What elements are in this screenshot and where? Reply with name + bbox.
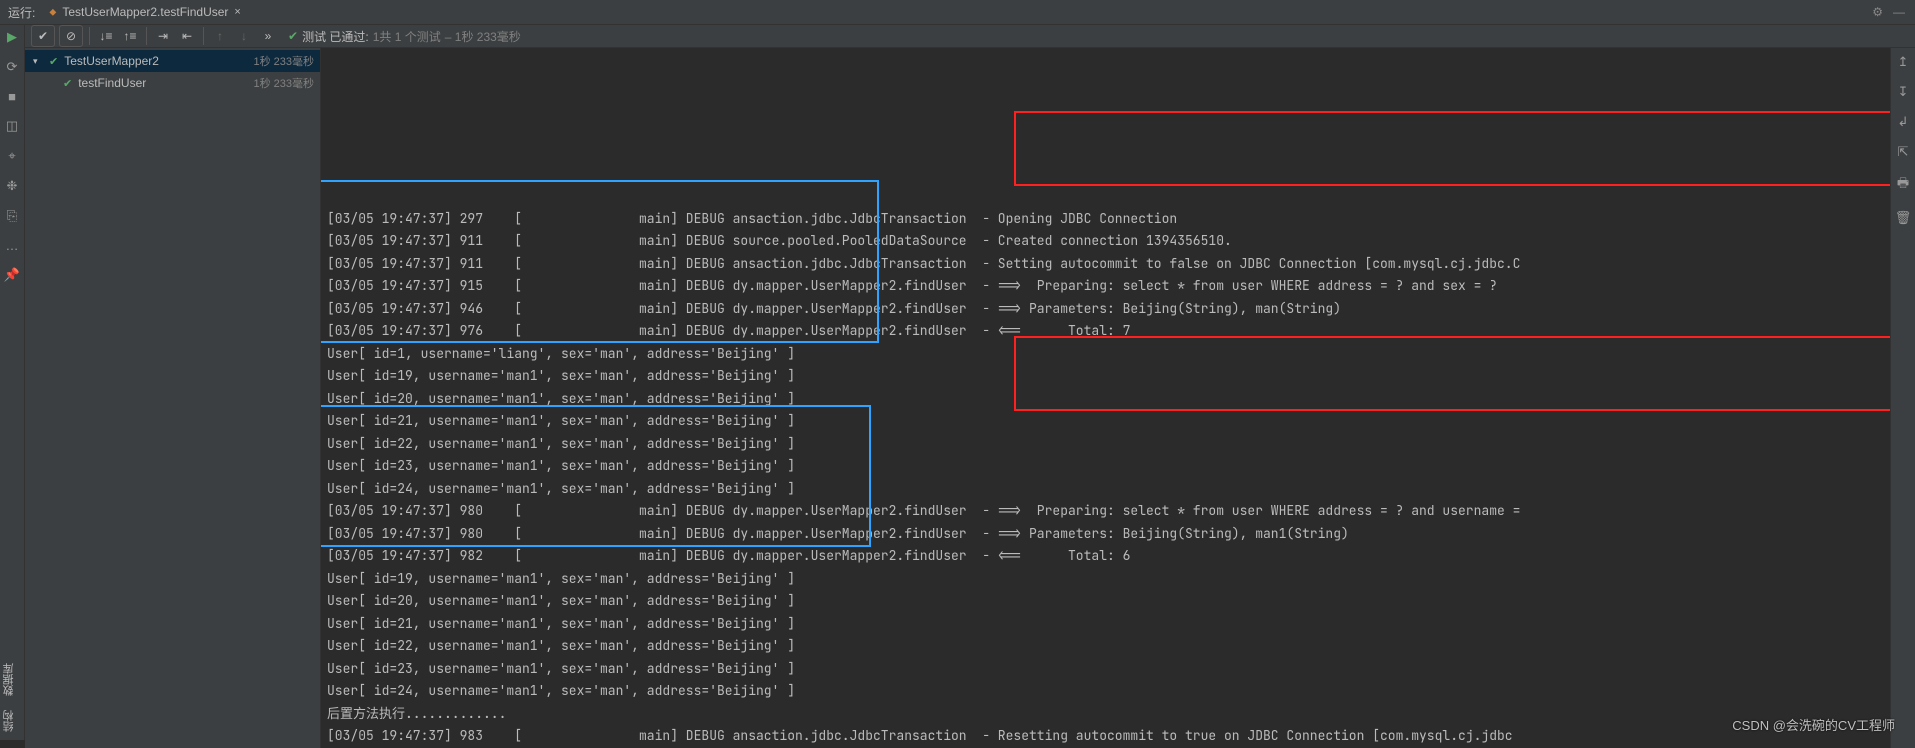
run-icon[interactable]: ▶: [7, 29, 17, 45]
console-line: User[ id=21, username='man1', sex='man',…: [327, 410, 1890, 433]
test-icon: ⬥: [49, 7, 56, 18]
run-tab[interactable]: ⬥ TestUserMapper2.testFindUser ×: [41, 0, 249, 25]
console-line: [03/05 19:47:37] 911 [ main] DEBUG sourc…: [327, 230, 1890, 253]
tree-root-name: TestUserMapper2: [64, 54, 159, 68]
results-toolbar: ✔ ⊘ ↓≡ ↑≡ ⇥ ⇤ ↑ ↓ » ✔ 测试 已通过: 1共 1 个测试 –…: [25, 25, 1915, 48]
stop-icon[interactable]: ■: [8, 89, 16, 104]
console-line: User[ id=20, username='man1', sex='man',…: [327, 388, 1890, 411]
vert-tab-struct[interactable]: 结构: [1, 710, 17, 732]
tick-icon: ✔: [49, 55, 58, 68]
scroll-top-icon[interactable]: ↥: [1898, 54, 1909, 70]
console-line: [03/05 19:47:37] 980 [ main] DEBUG dy.ma…: [327, 500, 1890, 523]
console-line: [03/05 19:47:37] 980 [ main] DEBUG dy.ma…: [327, 523, 1890, 546]
tree-root[interactable]: ▾ ✔ TestUserMapper2 1秒 233毫秒: [25, 50, 320, 72]
tick-icon: ✔: [63, 77, 72, 90]
console-line: User[ id=19, username='man1', sex='man',…: [327, 365, 1890, 388]
collapse-icon[interactable]: ⇤: [175, 25, 199, 47]
sort-up-icon[interactable]: ↑≡: [118, 25, 142, 47]
test-status: ✔ 测试 已通过: 1共 1 个测试 – 1秒 233毫秒: [288, 28, 521, 45]
highlight-box-red-1: [1014, 111, 1890, 186]
console-line: User[ id=1, username='liang', sex='man',…: [327, 343, 1890, 366]
console-line: [03/05 19:47:37] 976 [ main] DEBUG dy.ma…: [327, 320, 1890, 343]
right-gutter: ↥ ↧ ↲ ⇱ 🖶 🗑: [1890, 48, 1915, 748]
status-time: – 1秒 233毫秒: [445, 28, 521, 45]
tree-child-time: 1秒 233毫秒: [253, 75, 320, 91]
up-icon[interactable]: ↑: [208, 25, 232, 47]
console-line: [03/05 19:47:37] 982 [ main] DEBUG dy.ma…: [327, 545, 1890, 568]
status-prefix: 测试 已通过:: [302, 28, 369, 45]
console-line: User[ id=24, username='man1', sex='man',…: [327, 680, 1890, 703]
wrap-icon[interactable]: ↲: [1898, 114, 1909, 130]
print-icon[interactable]: 🖶: [1897, 174, 1909, 196]
exit-icon[interactable]: ⎘: [7, 208, 17, 224]
gear-icon[interactable]: ⚙: [1872, 5, 1883, 19]
scroll-bottom-icon[interactable]: ↧: [1898, 84, 1909, 100]
console-line: User[ id=22, username='man1', sex='man',…: [327, 433, 1890, 456]
console-line: [03/05 19:47:37] 915 [ main] DEBUG dy.ma…: [327, 275, 1890, 298]
tree-root-time: 1秒 233毫秒: [253, 53, 320, 69]
console-line: [03/05 19:47:37] 297 [ main] DEBUG ansac…: [327, 208, 1890, 231]
camera-icon[interactable]: ⌖: [8, 148, 15, 164]
expand-icon[interactable]: ⇥: [151, 25, 175, 47]
layout-icon[interactable]: ◫: [6, 118, 18, 134]
tick-icon: ✔: [288, 29, 298, 43]
left-gutter: ▶ ⟳ ■ ◫ ⌖ ❉ ⎘ … 📌: [0, 25, 25, 740]
console-line: User[ id=24, username='man1', sex='man',…: [327, 478, 1890, 501]
console-line: [03/05 19:47:37] 911 [ main] DEBUG ansac…: [327, 253, 1890, 276]
chevron-icon[interactable]: »: [256, 25, 280, 47]
run-label: 运行:: [8, 4, 35, 21]
check-button[interactable]: ✔: [31, 25, 55, 47]
disable-button[interactable]: ⊘: [59, 25, 83, 47]
console-line: User[ id=23, username='man1', sex='man',…: [327, 455, 1890, 478]
console-line: User[ id=21, username='man1', sex='man',…: [327, 613, 1890, 636]
console-line: User[ id=23, username='man1', sex='man',…: [327, 658, 1890, 681]
console-line: [03/05 19:47:37] 946 [ main] DEBUG dy.ma…: [327, 298, 1890, 321]
top-tab-bar: 运行: ⬥ TestUserMapper2.testFindUser × ⚙ —: [0, 0, 1915, 25]
console-line: User[ id=22, username='man1', sex='man',…: [327, 635, 1890, 658]
run-tab-label: TestUserMapper2.testFindUser: [62, 5, 228, 19]
left-vertical-tabs[interactable]: 结构 数据库: [1, 663, 17, 732]
vert-tab-db[interactable]: 数据库: [1, 663, 17, 696]
console-line: [03/05 19:47:37] 983 [ main] DEBUG ansac…: [327, 725, 1890, 748]
chevron-down-icon[interactable]: ▾: [33, 56, 43, 67]
sort-down-icon[interactable]: ↓≡: [94, 25, 118, 47]
watermark: CSDN @会洗碗的CV工程师: [1732, 715, 1895, 734]
down-icon[interactable]: ↓: [232, 25, 256, 47]
debug-icon[interactable]: ❉: [7, 178, 18, 194]
export-icon[interactable]: ⇱: [1898, 144, 1909, 160]
run-tests-icon[interactable]: ⟳: [7, 59, 18, 75]
pin-icon[interactable]: 📌: [4, 267, 20, 283]
console-line: User[ id=19, username='man1', sex='man',…: [327, 568, 1890, 591]
console-line: 后置方法执行.............: [327, 703, 1890, 726]
console-line: User[ id=20, username='man1', sex='man',…: [327, 590, 1890, 613]
more-icon[interactable]: …: [6, 238, 19, 253]
tree-child-name: testFindUser: [78, 76, 146, 90]
console-output[interactable]: [03/05 19:47:37] 297 [ main] DEBUG ansac…: [321, 48, 1890, 748]
tree-child[interactable]: ✔ testFindUser 1秒 233毫秒: [25, 72, 320, 94]
test-tree[interactable]: ▾ ✔ TestUserMapper2 1秒 233毫秒 ✔ testFindU…: [25, 48, 321, 748]
status-count: 1共 1 个测试: [373, 28, 441, 45]
trash-icon[interactable]: 🗑: [1895, 210, 1912, 226]
close-icon[interactable]: ×: [234, 6, 240, 18]
minimize-icon[interactable]: —: [1893, 5, 1905, 19]
